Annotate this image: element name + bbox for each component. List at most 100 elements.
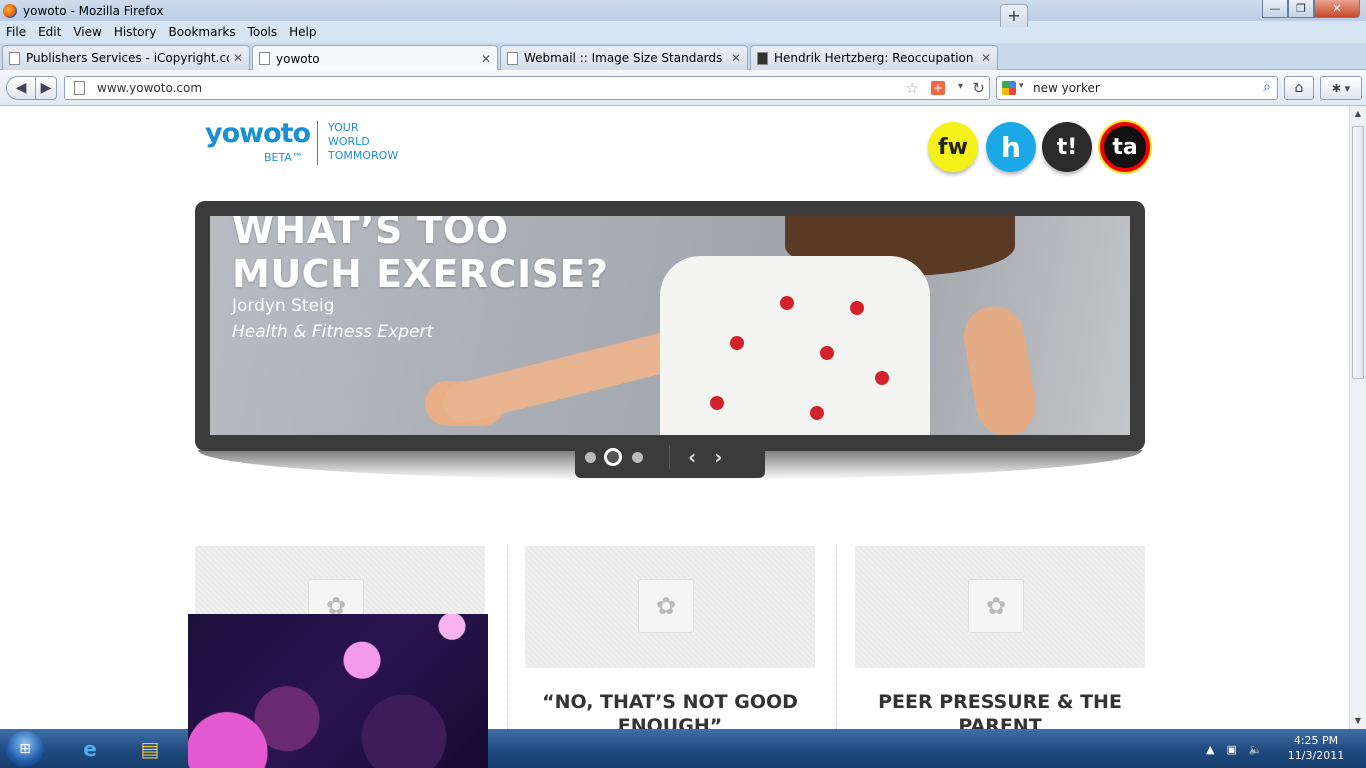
new-tab-button[interactable]: + bbox=[1000, 4, 1028, 27]
addon-button[interactable]: ✱ ▾ bbox=[1320, 76, 1362, 100]
url-text: www.yowoto.com bbox=[97, 81, 203, 95]
menu-edit[interactable]: Edit bbox=[32, 25, 67, 39]
beta-label: BETA™ bbox=[264, 151, 303, 164]
taskbar-clock[interactable]: 4:25 PM 11/3/2011 bbox=[1280, 733, 1352, 763]
badge-t[interactable]: t! bbox=[1042, 122, 1092, 172]
search-engine-dropdown-icon[interactable]: ▾ bbox=[1019, 81, 1024, 91]
menu-bar: File Edit View History Bookmarks Tools H… bbox=[0, 21, 1366, 43]
search-bar[interactable]: ▾ new yorker ⌕ bbox=[996, 76, 1278, 100]
system-tray: ▲ ▣ 🔈 bbox=[1206, 733, 1275, 765]
forward-arrow-icon: ▶ bbox=[40, 80, 52, 96]
image-placeholder-icon: ✿ bbox=[968, 579, 1024, 633]
tab-label: Webmail :: Image Size Standards bbox=[524, 51, 723, 65]
windows-logo-icon: ⊞ bbox=[19, 741, 31, 757]
menu-help[interactable]: Help bbox=[283, 25, 322, 39]
tab-label: yowoto bbox=[276, 51, 320, 66]
slide-title-line: MUCH EXERCISE? bbox=[232, 252, 609, 296]
tab-close-icon[interactable]: ✕ bbox=[233, 51, 243, 65]
slider-prev-icon[interactable]: ‹ bbox=[688, 445, 696, 469]
cherry-pattern bbox=[710, 396, 724, 410]
vertical-scrollbar[interactable]: ▲ ▼ bbox=[1349, 106, 1366, 729]
cherry-pattern bbox=[730, 336, 744, 350]
cherry-pattern bbox=[875, 371, 889, 385]
tagline-line: YOUR bbox=[328, 121, 359, 134]
cherry-pattern bbox=[810, 406, 824, 420]
slide-author: Jordyn Steig bbox=[232, 296, 335, 316]
scroll-down-icon[interactable]: ▼ bbox=[1350, 713, 1366, 729]
home-icon: ⌂ bbox=[1294, 80, 1304, 96]
site-logo[interactable]: yowoto bbox=[205, 118, 311, 149]
slider-dot[interactable] bbox=[585, 451, 596, 463]
back-button[interactable]: ◀ bbox=[6, 76, 36, 100]
tagline-line: TOMMOROW bbox=[328, 149, 399, 162]
start-button[interactable]: ⊞ bbox=[6, 731, 44, 767]
forward-button[interactable]: ▶ bbox=[35, 76, 57, 100]
back-arrow-icon: ◀ bbox=[15, 80, 27, 96]
cherry-pattern bbox=[850, 301, 864, 315]
minimize-button[interactable]: — bbox=[1262, 0, 1288, 18]
column-divider bbox=[507, 546, 508, 729]
slide-photo-dress bbox=[660, 256, 930, 435]
slide-image[interactable]: WHAT’S TOO MUCH EXERCISE? Jordyn Steig H… bbox=[210, 216, 1130, 435]
close-button[interactable]: ✕ bbox=[1314, 0, 1360, 18]
network-icon[interactable]: ▣ bbox=[1226, 743, 1236, 756]
cherry-pattern bbox=[820, 346, 834, 360]
badge-fw[interactable]: fw bbox=[928, 122, 978, 172]
page-icon bbox=[74, 81, 85, 95]
window-title: yowoto - Mozilla Firefox bbox=[23, 3, 164, 18]
addon-icon: ✱ ▾ bbox=[1331, 81, 1351, 95]
file-explorer-icon[interactable]: ▤ bbox=[130, 733, 170, 765]
search-text: new yorker bbox=[1033, 81, 1100, 95]
slider-controls: ‹ › bbox=[575, 436, 765, 478]
article-card-image[interactable]: ✿ bbox=[855, 546, 1145, 668]
slider-divider bbox=[669, 445, 670, 469]
column-divider bbox=[836, 546, 837, 729]
menu-bookmarks[interactable]: Bookmarks bbox=[163, 25, 242, 39]
slide-title[interactable]: WHAT’S TOO MUCH EXERCISE? bbox=[232, 216, 608, 296]
tab-hertzberg[interactable]: Hendrik Hertzberg: Reoccupation vs. ... … bbox=[750, 45, 998, 70]
badge-h[interactable]: h bbox=[986, 122, 1036, 172]
internet-explorer-icon[interactable]: e bbox=[70, 733, 110, 765]
window-controls: — ❐ ✕ bbox=[1262, 0, 1360, 18]
home-button[interactable]: ⌂ bbox=[1284, 76, 1314, 100]
newyorker-icon bbox=[757, 51, 768, 65]
tab-close-icon[interactable]: ✕ bbox=[731, 51, 741, 65]
slider-next-icon[interactable]: › bbox=[714, 445, 722, 469]
scroll-thumb[interactable] bbox=[1352, 126, 1364, 379]
tab-close-icon[interactable]: ✕ bbox=[481, 52, 491, 66]
clock-date: 11/3/2011 bbox=[1287, 749, 1345, 762]
tagline-line: WORLD bbox=[328, 135, 370, 148]
slide-title-line: WHAT’S TOO bbox=[232, 216, 509, 252]
tab-bar: Publishers Services - iCopyright.com ✕ y… bbox=[0, 43, 1366, 71]
url-bar[interactable]: www.yowoto.com ☆ + ▾ ↻ bbox=[64, 76, 990, 100]
badge-ta[interactable]: ta bbox=[1100, 122, 1150, 172]
tab-yowoto[interactable]: yowoto ✕ bbox=[252, 45, 498, 71]
slider-dot[interactable] bbox=[632, 451, 643, 463]
page-icon bbox=[9, 51, 20, 65]
search-icon[interactable]: ⌕ bbox=[1263, 79, 1271, 95]
addthis-plus-icon[interactable]: + bbox=[931, 81, 945, 95]
tagline: YOUR WORLD TOMMOROW bbox=[328, 121, 398, 163]
menu-view[interactable]: View bbox=[67, 25, 107, 39]
google-icon[interactable] bbox=[1002, 81, 1016, 95]
navigation-toolbar: ◀ ▶ www.yowoto.com ☆ + ▾ ↻ ▾ new yorker … bbox=[0, 70, 1366, 106]
volume-icon[interactable]: 🔈 bbox=[1249, 743, 1263, 756]
page-icon bbox=[507, 51, 518, 65]
tab-icopyright[interactable]: Publishers Services - iCopyright.com ✕ bbox=[2, 45, 250, 70]
article-card-image[interactable]: ✿ bbox=[525, 546, 815, 668]
cherry-pattern bbox=[780, 296, 794, 310]
scroll-up-icon[interactable]: ▲ bbox=[1350, 106, 1366, 122]
tray-expand-icon[interactable]: ▲ bbox=[1206, 743, 1214, 756]
reload-icon[interactable]: ↻ bbox=[972, 79, 985, 97]
window-title-bar: yowoto - Mozilla Firefox bbox=[0, 0, 1366, 21]
tab-webmail[interactable]: Webmail :: Image Size Standards ✕ bbox=[500, 45, 748, 70]
slide-photo-right-arm bbox=[959, 301, 1041, 435]
menu-tools[interactable]: Tools bbox=[242, 25, 284, 39]
maximize-button[interactable]: ❐ bbox=[1288, 0, 1314, 18]
menu-history[interactable]: History bbox=[108, 25, 163, 39]
tab-close-icon[interactable]: ✕ bbox=[981, 51, 991, 65]
slider-dot-current[interactable] bbox=[604, 448, 622, 466]
bookmark-star-icon[interactable]: ☆ bbox=[906, 79, 919, 97]
menu-file[interactable]: File bbox=[0, 25, 32, 39]
url-dropdown-icon[interactable]: ▾ bbox=[958, 81, 963, 92]
